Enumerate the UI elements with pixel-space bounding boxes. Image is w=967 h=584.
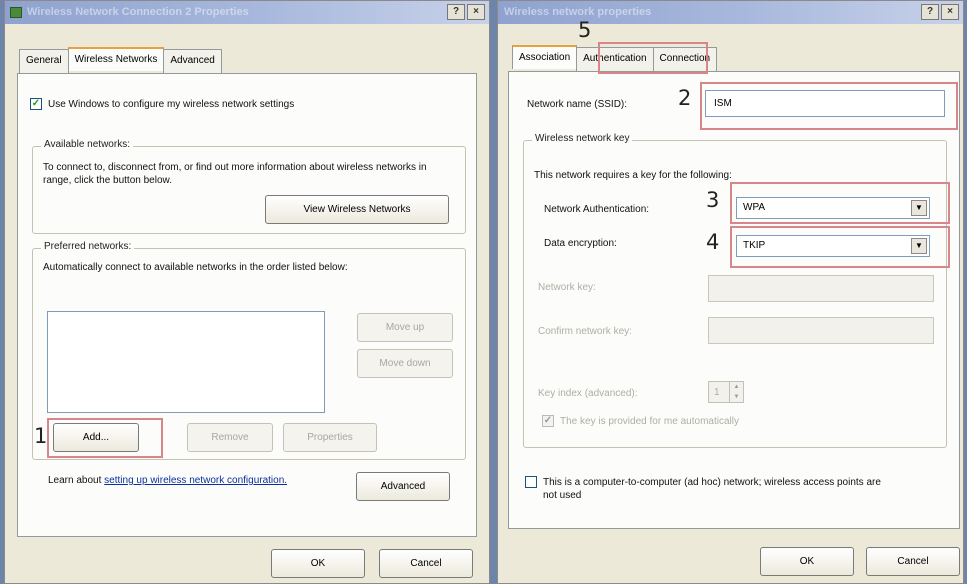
network-key-label: Network key: [538,282,596,293]
ssid-label: Network name (SSID): [527,99,628,110]
authentication-tab-highlight [598,42,708,74]
preferred-networks-label: Preferred networks: [41,241,135,252]
wireless-network-key-label: Wireless network key [532,133,633,144]
authentication-highlight [730,182,950,224]
add-button-highlight [47,418,163,458]
learn-about-text: Learn about setting up wireless network … [48,474,308,487]
tab-wireless-networks[interactable]: Wireless Networks [67,47,165,71]
wireless-connection-properties-window: Wireless Network Connection 2 Properties… [4,0,490,584]
available-networks-label: Available networks: [41,139,133,150]
learn-about-prefix: Learn about [48,475,102,486]
key-requirement-text: This network requires a key for the foll… [534,170,732,181]
confirm-network-key-label: Confirm network key: [538,326,632,337]
properties-button[interactable]: Properties [283,423,377,452]
network-authentication-label: Network Authentication: [544,204,650,215]
wireless-networks-panel: ✓ Use Windows to configure my wireless n… [17,73,477,537]
left-window-title: Wireless Network Connection 2 Properties [27,6,249,18]
available-networks-description: To connect to, disconnect from, or find … [43,162,427,186]
move-down-button[interactable]: Move down [357,349,453,378]
right-window-title: Wireless network properties [504,6,652,18]
tab-association[interactable]: Association [512,45,578,69]
ssid-highlight [700,82,958,130]
annotation-3: 3 [706,188,720,212]
right-ok-button[interactable]: OK [760,547,854,576]
encryption-highlight [730,226,950,268]
preferred-networks-list[interactable] [47,311,325,413]
left-title-bar[interactable]: Wireless Network Connection 2 Properties… [5,1,489,24]
left-cancel-button[interactable]: Cancel [379,549,473,578]
remove-button[interactable]: Remove [187,423,273,452]
key-index-label: Key index (advanced): [538,388,638,399]
tab-advanced[interactable]: Advanced [163,49,222,73]
network-connection-icon [10,7,22,18]
adhoc-checkbox[interactable] [525,476,537,488]
auto-key-label: The key is provided for me automatically [560,416,739,427]
spinner-arrows-icon[interactable]: ▲ ▼ [729,382,743,402]
use-windows-label: Use Windows to configure my wireless net… [48,99,295,110]
help-title-button[interactable]: ? [447,4,465,20]
association-panel: Network name (SSID): ISM Wireless networ… [508,71,960,529]
wireless-config-link[interactable]: setting up wireless network configuratio… [104,475,287,486]
view-wireless-networks-button[interactable]: View Wireless Networks [265,195,449,224]
annotation-4: 4 [706,230,720,254]
right-help-title-button[interactable]: ? [921,4,939,20]
annotation-5: 5 [578,18,592,42]
annotation-1: 1 [34,424,48,448]
available-networks-group: Available networks: To connect to, disco… [32,139,466,234]
move-up-button[interactable]: Move up [357,313,453,342]
key-index-stepper[interactable]: 1 ▲ ▼ [708,381,744,403]
advanced-button[interactable]: Advanced [356,472,450,501]
key-index-value: 1 [714,387,720,398]
close-title-button[interactable]: × [467,4,485,20]
right-cancel-button[interactable]: Cancel [866,547,960,576]
right-close-title-button[interactable]: × [941,4,959,20]
confirm-network-key-field[interactable] [708,317,934,344]
tab-general[interactable]: General [19,49,69,73]
auto-key-checkbox[interactable]: ✓ [542,415,554,427]
use-windows-checkbox[interactable]: ✓ [30,98,42,110]
network-key-field[interactable] [708,275,934,302]
right-title-bar[interactable]: Wireless network properties ? × [498,1,963,24]
left-ok-button[interactable]: OK [271,549,365,578]
preferred-networks-description: Automatically connect to available netwo… [43,262,348,273]
annotation-2: 2 [678,86,692,110]
data-encryption-label: Data encryption: [544,238,617,249]
adhoc-label: This is a computer-to-computer (ad hoc) … [543,477,881,501]
